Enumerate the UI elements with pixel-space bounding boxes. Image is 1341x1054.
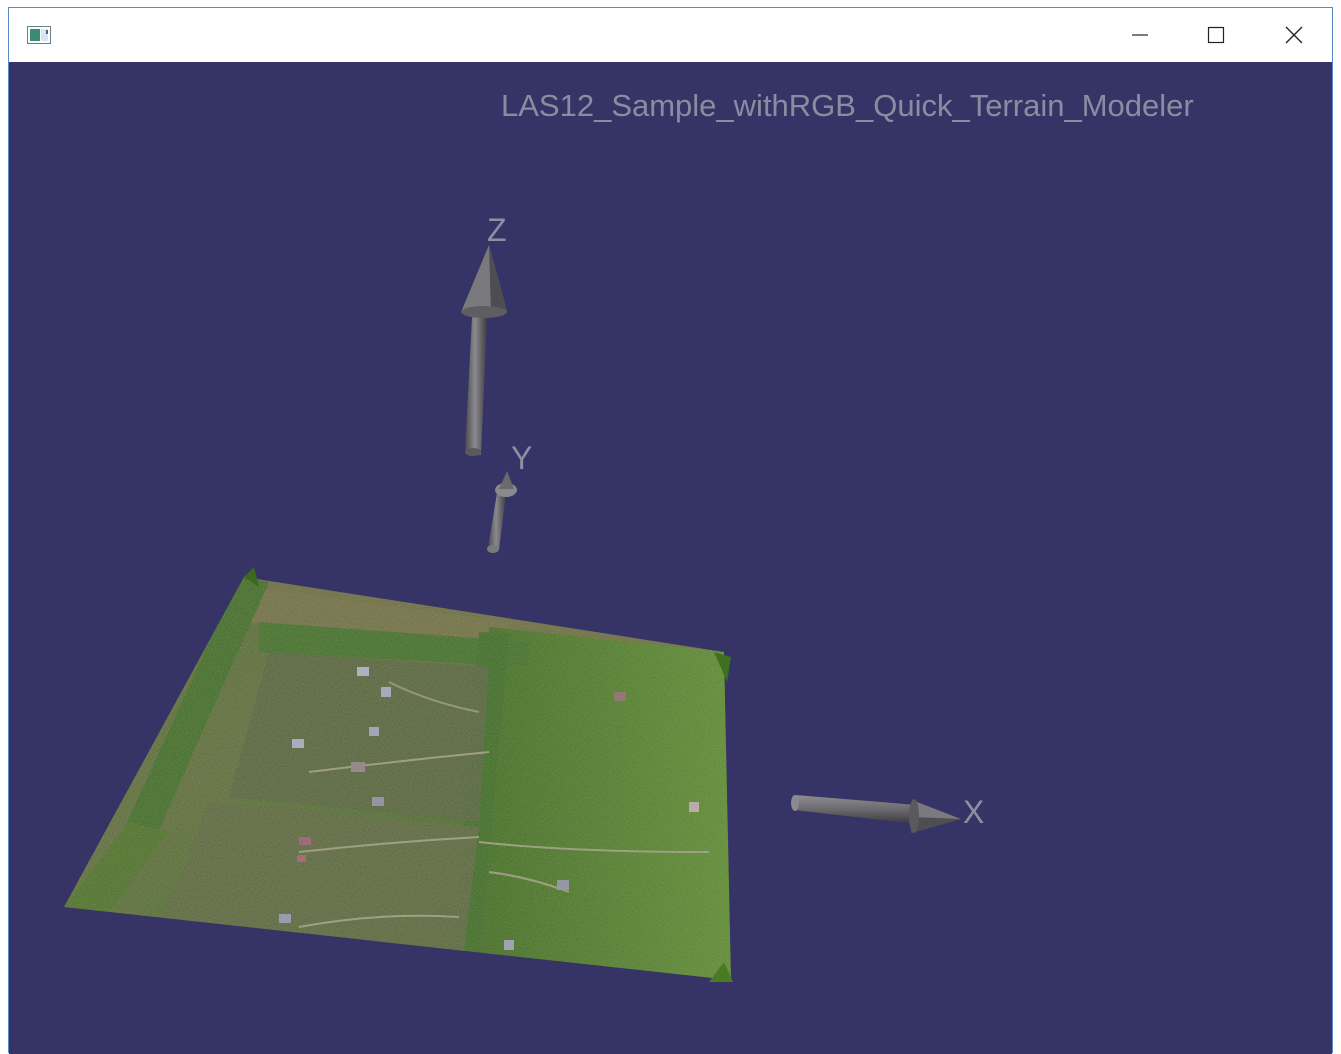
minimize-button[interactable] [1102, 8, 1178, 62]
y-axis-label: Y [511, 440, 533, 476]
minimize-icon [1132, 34, 1148, 36]
z-axis-label: Z [487, 212, 507, 248]
scene-canvas [9, 245, 961, 992]
maximize-icon [1207, 26, 1225, 44]
title-bar[interactable] [9, 8, 1332, 62]
app-window: LAS12_Sample_withRGB_Quick_Terrain_Model… [8, 7, 1333, 1054]
scene-title: LAS12_Sample_withRGB_Quick_Terrain_Model… [501, 88, 1194, 123]
3d-viewport[interactable]: LAS12_Sample_withRGB_Quick_Terrain_Model… [9, 62, 1332, 1054]
close-icon [1285, 26, 1303, 44]
maximize-button[interactable] [1178, 8, 1254, 62]
y-axis-arrow [487, 471, 517, 553]
app-icon [27, 26, 51, 44]
close-button[interactable] [1256, 8, 1332, 62]
terrain-point-cloud[interactable] [9, 562, 769, 992]
x-axis-arrow [791, 795, 961, 833]
z-axis-arrow [461, 245, 507, 456]
x-axis-label: X [963, 794, 985, 830]
